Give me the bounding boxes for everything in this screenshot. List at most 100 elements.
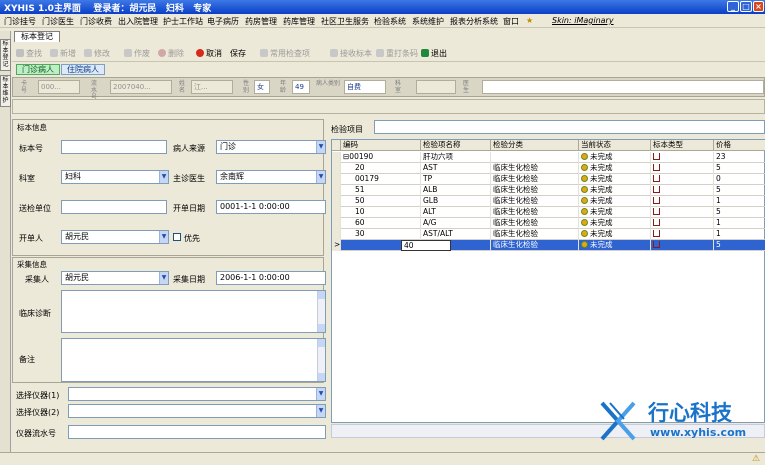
instrument2-select[interactable]: ▼: [68, 404, 326, 418]
minimize-button[interactable]: _: [727, 1, 739, 12]
cell-price: 5: [714, 240, 765, 251]
row-indicator[interactable]: >: [332, 240, 341, 251]
row-indicator[interactable]: [332, 152, 341, 163]
serial-label: 流水号: [90, 80, 97, 101]
column-header-price[interactable]: 价格: [714, 140, 765, 151]
menu-item-nurse-station[interactable]: 护士工作站: [163, 16, 203, 27]
blood-specimen-icon: [653, 230, 660, 237]
chevron-down-icon[interactable]: ▼: [159, 171, 168, 183]
collect-date-input[interactable]: 2006-1-1 0:00:00: [216, 271, 326, 285]
receive-specimen-button[interactable]: 接收标本: [330, 48, 372, 59]
table-row[interactable]: 30 AST/ALT 临床生化检验 未完成 血1: [332, 229, 765, 240]
chevron-down-icon[interactable]: ▼: [316, 171, 325, 183]
side-tab-specimen-maintain[interactable]: 标本维护: [0, 75, 11, 107]
void-button[interactable]: 作废: [124, 48, 150, 59]
opener-select[interactable]: 胡元民 ▼: [61, 230, 169, 244]
chevron-down-icon[interactable]: ▼: [316, 141, 325, 153]
add-button[interactable]: 新增: [50, 48, 76, 59]
menu-item-maintenance[interactable]: 系统维护: [412, 16, 444, 27]
row-indicator[interactable]: [332, 196, 341, 207]
row-indicator[interactable]: [332, 163, 341, 174]
column-header-status[interactable]: 当前状态: [579, 140, 651, 151]
specimen-id-input[interactable]: [61, 140, 167, 154]
edit-button[interactable]: 修改: [84, 48, 110, 59]
delete-button[interactable]: 删除: [158, 48, 184, 59]
dept-select[interactable]: 妇科 ▼: [61, 170, 169, 184]
exit-button[interactable]: 退出: [421, 48, 447, 59]
menu-item-lab-system[interactable]: 检验系统: [374, 16, 406, 27]
row-indicator[interactable]: [332, 174, 341, 185]
instrument-serial-input[interactable]: [68, 425, 326, 439]
instrument1-select[interactable]: ▼: [68, 387, 326, 401]
table-row[interactable]: 00179 TP 临床生化检验 未完成 血0: [332, 174, 765, 185]
cell-type: 血: [651, 163, 714, 174]
table-row[interactable]: 51 ALB 临床生化检验 未完成 血5: [332, 185, 765, 196]
side-tab-specimen-register[interactable]: 标本登记: [0, 39, 11, 71]
row-indicator[interactable]: [332, 218, 341, 229]
table-row[interactable]: ⊟00190肝功六项 未完成 血23: [332, 152, 765, 163]
note-textarea[interactable]: [61, 338, 326, 382]
menu-item-emr[interactable]: 电子病历: [207, 16, 239, 27]
cell-name: TP: [421, 174, 491, 185]
column-header-specimen-type[interactable]: 标本类型: [651, 140, 714, 151]
column-header-name[interactable]: 检验项名称: [421, 140, 491, 151]
common-items-button[interactable]: 常用检查项: [260, 48, 310, 59]
menu-item-skin[interactable]: Skin: iMaginary: [552, 16, 614, 25]
table-row[interactable]: 20 AST 临床生化检验 未完成 血5: [332, 163, 765, 174]
note-scrollbar[interactable]: [317, 339, 325, 381]
row-indicator[interactable]: [332, 229, 341, 240]
doctor-field: [482, 80, 764, 94]
tab-outpatient[interactable]: 门诊病人: [16, 64, 60, 75]
maximize-button[interactable]: □: [740, 1, 752, 12]
document-tab[interactable]: 标本登记: [14, 31, 60, 42]
menu-item-outpatient-register[interactable]: 门诊挂号: [4, 16, 36, 27]
column-header-code[interactable]: 编码: [341, 140, 421, 151]
save-button[interactable]: 保存: [230, 48, 246, 59]
add-label: 新增: [60, 49, 76, 58]
query-button[interactable]: 查找: [16, 48, 42, 59]
instrument-serial-label: 仪器流水号: [16, 429, 56, 438]
source-select[interactable]: 门诊 ▼: [216, 140, 326, 154]
menu-item-reports[interactable]: 报表分析系统: [450, 16, 498, 27]
logo-url-text: www.xyhis.com: [650, 426, 747, 439]
menu-item-outpatient-charge[interactable]: 门诊收费: [80, 16, 112, 27]
cell-price-text: 1: [716, 196, 721, 205]
collector-select[interactable]: 胡元民 ▼: [61, 271, 169, 285]
skin-icon[interactable]: ★: [526, 16, 533, 25]
table-row[interactable]: 60 A/G 临床生化检验 未完成 血1: [332, 218, 765, 229]
cell-code-text: 00190: [349, 152, 374, 161]
table-row[interactable]: >40 TP 临床生化检验 未完成 血5: [332, 240, 765, 251]
table-row[interactable]: 50 GLB 临床生化检验 未完成 血1: [332, 196, 765, 207]
serial-field[interactable]: 2007040...: [110, 80, 172, 94]
row-indicator[interactable]: [332, 185, 341, 196]
cancel-button[interactable]: 取消: [196, 48, 222, 59]
unit-input[interactable]: [61, 200, 167, 214]
test-items-input[interactable]: [374, 120, 765, 134]
chevron-down-icon[interactable]: ▼: [316, 405, 325, 417]
tab-inpatient[interactable]: 住院病人: [61, 64, 105, 75]
menu-item-admission[interactable]: 出入院管理: [118, 16, 158, 27]
menu-item-drug-store[interactable]: 药库管理: [283, 16, 315, 27]
close-button[interactable]: ×: [753, 1, 764, 12]
reprint-barcode-button[interactable]: 重打条码: [376, 48, 418, 59]
row-indicator[interactable]: [332, 207, 341, 218]
menu-item-pharmacy[interactable]: 药房管理: [245, 16, 277, 27]
priority-checkbox[interactable]: [173, 233, 181, 241]
card-field[interactable]: 000...: [38, 80, 80, 94]
diagnosis-scrollbar[interactable]: [317, 291, 325, 332]
chevron-down-icon[interactable]: ▼: [159, 231, 168, 243]
name-field[interactable]: 江...: [191, 80, 233, 94]
cancel-icon: [196, 49, 204, 57]
menu-item-outpatient-doctor[interactable]: 门诊医生: [42, 16, 74, 27]
query-label: 查找: [26, 49, 42, 58]
chevron-down-icon[interactable]: ▼: [316, 388, 325, 400]
table-row[interactable]: 10 ALT 临床生化检验 未完成 血5: [332, 207, 765, 218]
menu-item-window[interactable]: 窗口: [503, 16, 519, 27]
column-header-category[interactable]: 检验分类: [491, 140, 579, 151]
chevron-down-icon[interactable]: ▼: [159, 272, 168, 284]
menu-item-community[interactable]: 社区卫生服务: [321, 16, 369, 27]
order-date-input[interactable]: 0001-1-1 0:00:00: [216, 200, 326, 214]
attending-doctor-select[interactable]: 余南辉 ▼: [216, 170, 326, 184]
toolbar: 查找 新增 修改 作废 删除 取消 保存 常用检查项 接收标本 重打条码 退出: [12, 44, 765, 62]
diagnosis-textarea[interactable]: [61, 290, 326, 333]
